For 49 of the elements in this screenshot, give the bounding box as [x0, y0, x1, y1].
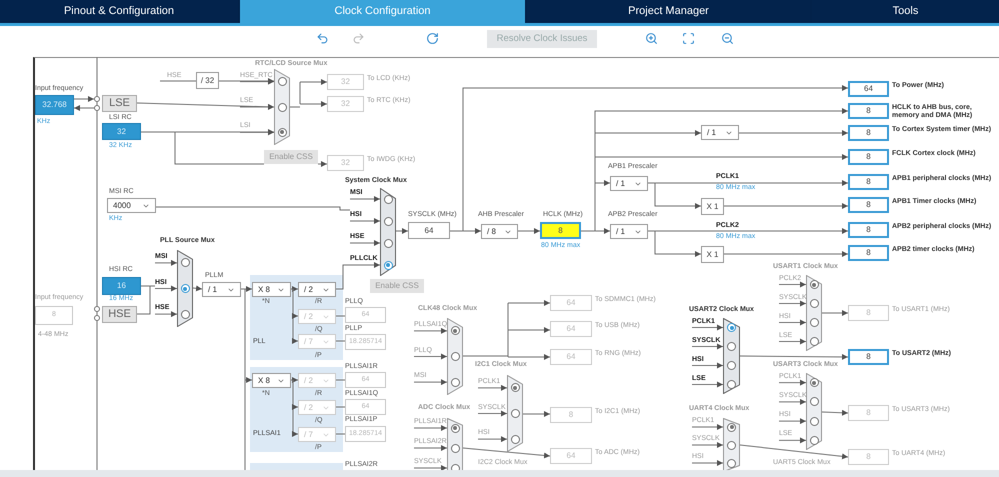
value-field[interactable]: 16: [102, 277, 141, 295]
prescaler-dropdown[interactable]: X 8: [252, 373, 291, 388]
value-field[interactable]: 32.768: [35, 95, 74, 115]
zoom-in-icon[interactable]: [645, 32, 658, 45]
output-frequency-field: 8: [848, 349, 889, 365]
value-field: X 1: [701, 198, 724, 215]
output-frequency-field: 32: [327, 155, 364, 171]
output-frequency-field: 64: [550, 448, 592, 464]
output-frequency-field: 8: [848, 197, 889, 213]
output-frequency-field: 8: [848, 103, 889, 119]
tab[interactable]: Clock Configuration: [240, 0, 525, 23]
clock-source-button[interactable]: Enable CSS: [264, 150, 318, 164]
value-field: / 32: [196, 72, 219, 89]
scrollbar[interactable]: [0, 470, 999, 477]
output-frequency-field: 8: [848, 174, 889, 190]
value-field[interactable]: 32: [102, 123, 141, 140]
clock-source-button[interactable]: Enable CSS: [370, 279, 424, 293]
output-frequency-field: 8: [848, 125, 889, 141]
output-frequency-field: 8: [848, 405, 889, 421]
clock-source-button[interactable]: HSE: [102, 306, 137, 323]
output-frequency-field: 8: [848, 149, 889, 165]
output-frequency-field: 64: [550, 295, 592, 311]
resolve-clock-issues-button[interactable]: Resolve Clock Issues: [487, 30, 597, 48]
undo-icon[interactable]: [316, 32, 329, 45]
output-frequency-field: 8: [550, 407, 592, 423]
refresh-icon[interactable]: [426, 32, 439, 45]
prescaler-dropdown[interactable]: / 1: [202, 282, 241, 297]
prescaler-dropdown[interactable]: / 2: [298, 282, 336, 297]
value-field: 64: [408, 222, 450, 239]
output-frequency-field: 64: [550, 349, 592, 365]
output-frequency-field: 32: [327, 74, 364, 90]
output-frequency-field: 32: [327, 96, 364, 112]
prescaler-dropdown[interactable]: X 8: [252, 282, 291, 297]
output-frequency-field: 8: [848, 305, 889, 321]
output-frequency-field: 8: [848, 449, 889, 465]
value-field: 8: [540, 222, 581, 239]
clock-source-button[interactable]: LSE: [102, 95, 137, 112]
prescaler-dropdown[interactable]: / 1: [610, 176, 648, 191]
zoom-out-icon[interactable]: [721, 32, 734, 45]
output-frequency-field: 64: [848, 81, 889, 97]
prescaler-dropdown[interactable]: 4000: [107, 198, 156, 213]
output-frequency-field: 8: [848, 222, 889, 238]
prescaler-dropdown[interactable]: / 1: [610, 224, 648, 239]
fit-screen-icon[interactable]: [682, 32, 695, 45]
prescaler-dropdown[interactable]: / 8: [481, 224, 518, 239]
prescaler-dropdown[interactable]: / 1: [701, 125, 739, 140]
value-field: X 1: [701, 246, 724, 263]
output-frequency-field: 8: [848, 245, 889, 261]
output-frequency-field: 64: [550, 321, 592, 337]
